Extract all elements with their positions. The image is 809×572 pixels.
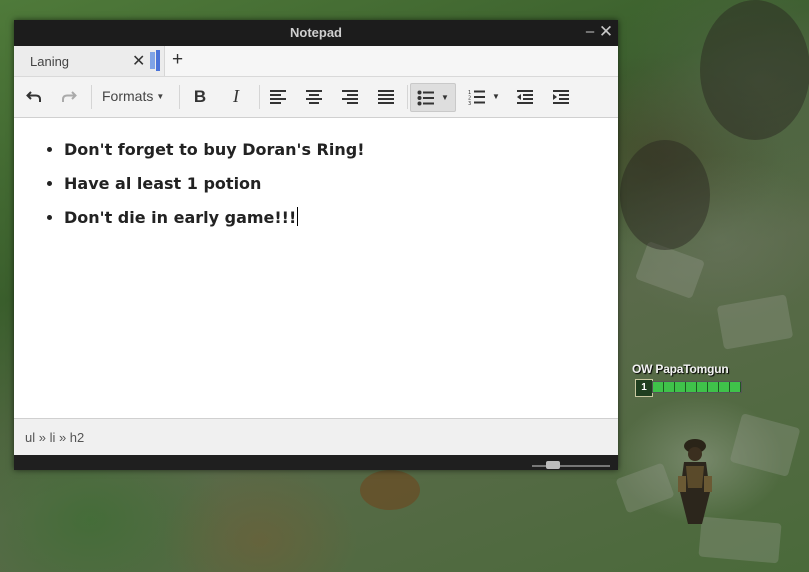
rock [620,140,710,250]
close-icon: ✕ [598,22,614,41]
formats-dropdown[interactable]: Formats ▼ [102,88,164,104]
health-bar [652,381,742,393]
align-left-icon [270,89,286,104]
chevron-down-icon: ▼ [492,92,500,101]
toolbar-divider [407,85,408,109]
italic-icon: I [233,86,239,106]
editor-toolbar: Formats ▼ B I ▼ 1 2 3 ▼ [14,77,618,118]
opacity-slider-handle[interactable] [546,461,560,469]
list-item-text: Have al least 1 potion [64,173,262,193]
italic-button[interactable]: I [221,83,251,110]
tab-close-icon[interactable]: ✕ [132,51,145,71]
opacity-slider-track[interactable] [532,465,610,467]
chevron-down-icon: ▼ [441,93,449,102]
floor-stone [615,462,675,514]
editor-content-area[interactable]: Don't forget to buy Doran's Ring! Have a… [14,118,618,418]
formats-label: Formats [102,88,154,104]
tab-bar: Laning ✕ + [14,46,618,77]
undo-button[interactable] [19,83,49,110]
tab-label: Laning [30,54,70,69]
close-window-button[interactable]: ✕ [598,23,614,41]
window-title: Notepad [290,25,342,40]
toolbar-divider [179,85,180,109]
list-item-text: Don't forget to buy Doran's Ring! [64,140,365,159]
outdent-icon [517,89,533,104]
floor-stone [716,294,794,350]
tab-laning[interactable]: Laning ✕ [14,46,165,76]
align-right-button[interactable] [335,83,365,110]
numbered-list-icon: 1 2 3 [468,90,486,105]
svg-text:3: 3 [468,101,471,105]
align-right-icon [342,89,358,104]
bold-button[interactable]: B [185,83,215,110]
numbered-list-button[interactable]: 1 2 3 ▼ [462,83,506,110]
bold-icon: B [193,86,207,106]
outdent-button[interactable] [510,83,540,110]
redo-icon [62,90,77,102]
add-tab-button[interactable]: + [172,49,183,71]
bullet-list: Don't forget to buy Doran's Ring! Have a… [14,140,365,242]
status-bar: ul » li » h2 [14,418,618,455]
champion-sprite [678,439,712,524]
minimize-button[interactable]: – [582,23,598,41]
window-titlebar[interactable]: Notepad – ✕ [14,20,618,46]
element-path: ul » li » h2 [25,430,85,445]
list-item-text: Don't die in early game!!! [64,208,297,227]
align-center-icon [306,89,322,104]
indent-button[interactable] [546,83,576,110]
justify-icon [378,89,394,104]
player-name: OW PapaTomgun [632,362,729,376]
toolbar-divider [259,85,260,109]
window-bottom-strip [14,455,618,470]
tab-scroll-marker [150,52,155,69]
notepad-window: Notepad – ✕ Laning ✕ + Formats ▼ B I ▼ 1… [14,20,618,470]
text-cursor [297,207,299,226]
list-item[interactable]: Don't die in early game!!! [64,207,365,228]
barrel [360,470,420,510]
undo-icon [26,90,41,102]
minimize-icon: – [585,23,595,40]
rock [700,0,809,140]
bullet-list-button[interactable]: ▼ [410,83,456,112]
toolbar-divider [91,85,92,109]
list-item[interactable]: Have al least 1 potion [64,174,365,194]
chevron-down-icon: ▼ [156,92,165,101]
champion-level: 1 [635,379,653,397]
bullet-list-icon [417,90,435,105]
indent-icon [553,89,569,104]
redo-button[interactable] [54,83,84,110]
align-left-button[interactable] [263,83,293,110]
champion-hud: OW PapaTomgun 1 [632,362,752,397]
health-bar-fill [653,382,741,392]
floor-stone [729,413,801,477]
tab-scroll-marker [156,50,160,71]
align-center-button[interactable] [299,83,329,110]
justify-button[interactable] [371,83,401,110]
list-item[interactable]: Don't forget to buy Doran's Ring! [64,140,365,160]
